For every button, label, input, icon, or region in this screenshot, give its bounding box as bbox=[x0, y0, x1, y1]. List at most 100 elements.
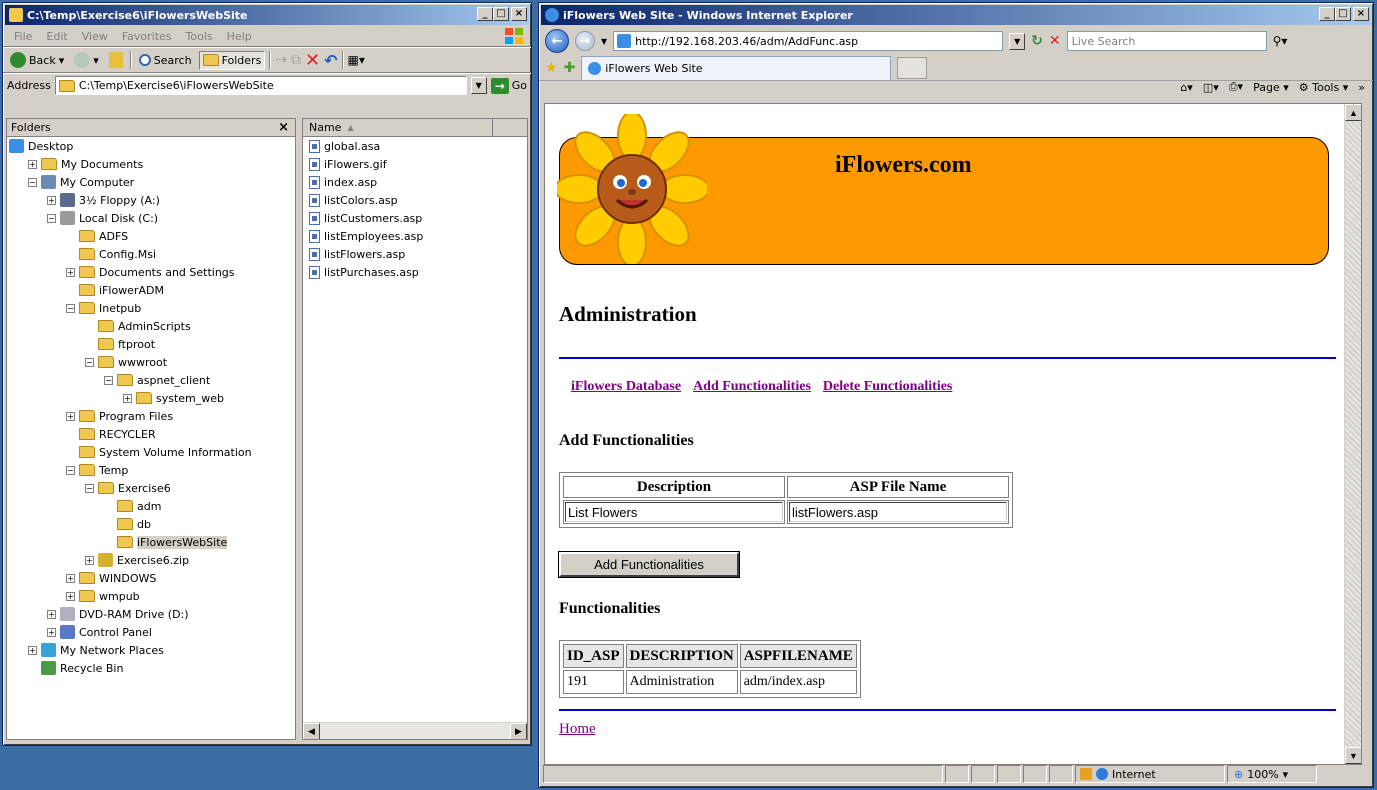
collapse-icon[interactable]: − bbox=[85, 483, 94, 493]
tree-item[interactable]: − My Computer bbox=[7, 173, 295, 191]
tree-item[interactable]: − Temp bbox=[7, 461, 295, 479]
link-iflowers-database[interactable]: iFlowers Database bbox=[571, 379, 681, 395]
stop-icon[interactable]: ✕ bbox=[1049, 33, 1061, 49]
views-icon[interactable]: ▦▾ bbox=[348, 53, 365, 67]
name-column-header[interactable]: Name ▲ bbox=[303, 119, 493, 136]
tree-item[interactable]: Recycle Bin bbox=[7, 659, 295, 677]
menu-edit[interactable]: Edit bbox=[39, 30, 74, 43]
link-delete-functionalities[interactable]: Delete Functionalities bbox=[823, 379, 952, 395]
asp-file-name-input[interactable]: listFlowers.asp bbox=[789, 502, 1007, 522]
home-icon[interactable]: ⌂▾ bbox=[1180, 81, 1193, 94]
move-to-icon[interactable]: ⇢ bbox=[275, 52, 287, 68]
tree-item[interactable]: RECYCLER bbox=[7, 425, 295, 443]
tree-item[interactable]: − Exercise6 bbox=[7, 479, 295, 497]
tree-item[interactable]: System Volume Information bbox=[7, 443, 295, 461]
tree-item[interactable]: ftproot bbox=[7, 335, 295, 353]
tab-iflowers-web-site[interactable]: iFlowers Web Site bbox=[581, 55, 892, 80]
scroll-left-button[interactable]: ◀ bbox=[303, 723, 320, 739]
tree-item[interactable]: − Inetpub bbox=[7, 299, 295, 317]
vertical-scrollbar[interactable]: ▲ ▼ bbox=[1344, 104, 1361, 764]
tree-item[interactable]: + DVD-RAM Drive (D:) bbox=[7, 605, 295, 623]
page-menu[interactable]: Page ▾ bbox=[1253, 81, 1289, 94]
feeds-icon[interactable]: ◫▾ bbox=[1203, 81, 1219, 94]
tree-item[interactable]: Config.Msi bbox=[7, 245, 295, 263]
tools-menu[interactable]: ⚙ Tools ▾ bbox=[1299, 81, 1349, 94]
scroll-down-button[interactable]: ▼ bbox=[1345, 747, 1361, 764]
close-folders-pane-button[interactable]: × bbox=[278, 120, 289, 135]
collapse-icon[interactable]: − bbox=[66, 465, 75, 475]
description-input[interactable]: List Flowers bbox=[565, 502, 783, 522]
tree-item[interactable]: − wwwroot bbox=[7, 353, 295, 371]
menu-favorites[interactable]: Favorites bbox=[115, 30, 179, 43]
file-item[interactable]: index.asp bbox=[303, 173, 527, 191]
menu-view[interactable]: View bbox=[75, 30, 115, 43]
tree-item[interactable]: + WINDOWS bbox=[7, 569, 295, 587]
forward-button[interactable]: ▾ bbox=[71, 50, 102, 70]
file-item[interactable]: listFlowers.asp bbox=[303, 245, 527, 263]
undo-icon[interactable]: ↶ bbox=[324, 51, 337, 70]
file-item[interactable]: listCustomers.asp bbox=[303, 209, 527, 227]
tree-item[interactable]: ADFS bbox=[7, 227, 295, 245]
collapse-icon[interactable]: − bbox=[47, 213, 56, 223]
expand-icon[interactable]: + bbox=[47, 609, 56, 619]
file-item[interactable]: listEmployees.asp bbox=[303, 227, 527, 245]
tree-item[interactable]: + Documents and Settings bbox=[7, 263, 295, 281]
expand-icon[interactable]: + bbox=[47, 627, 56, 637]
tree-item[interactable]: Desktop bbox=[7, 137, 295, 155]
collapse-icon[interactable]: − bbox=[85, 357, 94, 367]
collapse-icon[interactable]: − bbox=[28, 177, 37, 187]
tree-item[interactable]: + My Network Places bbox=[7, 641, 295, 659]
tree-item[interactable]: + Exercise6.zip bbox=[7, 551, 295, 569]
expand-icon[interactable]: + bbox=[66, 267, 75, 277]
url-input[interactable]: http://192.168.203.46/adm/AddFunc.asp bbox=[613, 31, 1004, 51]
maximize-button[interactable]: □ bbox=[1335, 7, 1351, 21]
tree-item[interactable]: + system_web bbox=[7, 389, 295, 407]
ie-titlebar[interactable]: iFlowers Web Site - Windows Internet Exp… bbox=[541, 5, 1371, 25]
menu-tools[interactable]: Tools bbox=[179, 30, 220, 43]
search-icon[interactable]: ⚲▾ bbox=[1273, 34, 1288, 48]
folders-button[interactable]: Folders bbox=[198, 50, 266, 70]
minimize-button[interactable]: _ bbox=[1319, 7, 1335, 21]
file-item[interactable]: listColors.asp bbox=[303, 191, 527, 209]
tree-item[interactable]: + Program Files bbox=[7, 407, 295, 425]
expand-icon[interactable]: + bbox=[85, 555, 94, 565]
scroll-up-button[interactable]: ▲ bbox=[1345, 104, 1361, 121]
file-item[interactable]: listPurchases.asp bbox=[303, 263, 527, 281]
expand-icon[interactable]: + bbox=[28, 645, 37, 655]
search-button[interactable]: Search bbox=[136, 52, 195, 69]
print-icon[interactable]: ⎙▾ bbox=[1229, 80, 1243, 94]
close-button[interactable]: × bbox=[1353, 7, 1369, 21]
security-zone[interactable]: Internet bbox=[1075, 765, 1225, 783]
tree-item[interactable]: adm bbox=[7, 497, 295, 515]
file-item[interactable]: global.asa bbox=[303, 137, 527, 155]
tree-item[interactable]: − aspnet_client bbox=[7, 371, 295, 389]
scroll-right-button[interactable]: ▶ bbox=[510, 723, 527, 739]
back-button[interactable]: Back ▾ bbox=[7, 50, 67, 70]
expand-icon[interactable]: + bbox=[66, 411, 75, 421]
go-button[interactable]: → Go bbox=[490, 77, 531, 94]
tree-item[interactable]: db bbox=[7, 515, 295, 533]
address-dropdown-button[interactable]: ▼ bbox=[470, 77, 487, 94]
tree-item[interactable]: + Control Panel bbox=[7, 623, 295, 641]
tree-item[interactable]: iFlowerADM bbox=[7, 281, 295, 299]
home-link[interactable]: Home bbox=[559, 721, 596, 738]
collapse-icon[interactable]: − bbox=[104, 375, 113, 385]
recent-pages-dropdown[interactable]: ▼ bbox=[601, 37, 607, 46]
minimize-button[interactable]: _ bbox=[477, 7, 493, 21]
menu-file[interactable]: File bbox=[7, 30, 39, 43]
expand-icon[interactable]: + bbox=[28, 159, 37, 169]
expand-icon[interactable]: + bbox=[123, 393, 132, 403]
address-input[interactable]: C:\Temp\Exercise6\iFlowersWebSite bbox=[54, 76, 467, 95]
favorites-star-icon[interactable]: ★ bbox=[545, 60, 558, 76]
maximize-button[interactable]: □ bbox=[493, 7, 509, 21]
overflow-chevron-icon[interactable]: » bbox=[1358, 81, 1365, 94]
up-folder-button[interactable] bbox=[106, 50, 126, 70]
expand-icon[interactable]: + bbox=[66, 591, 75, 601]
menu-help[interactable]: Help bbox=[220, 30, 259, 43]
url-dropdown-button[interactable]: ▼ bbox=[1009, 32, 1026, 50]
delete-icon[interactable]: ✕ bbox=[305, 50, 320, 71]
add-favorites-icon[interactable]: ✚ bbox=[564, 60, 576, 76]
horizontal-scrollbar[interactable]: ◀ ▶ bbox=[303, 722, 527, 739]
forward-button[interactable]: → bbox=[575, 31, 595, 51]
back-button[interactable]: ← bbox=[545, 29, 569, 53]
